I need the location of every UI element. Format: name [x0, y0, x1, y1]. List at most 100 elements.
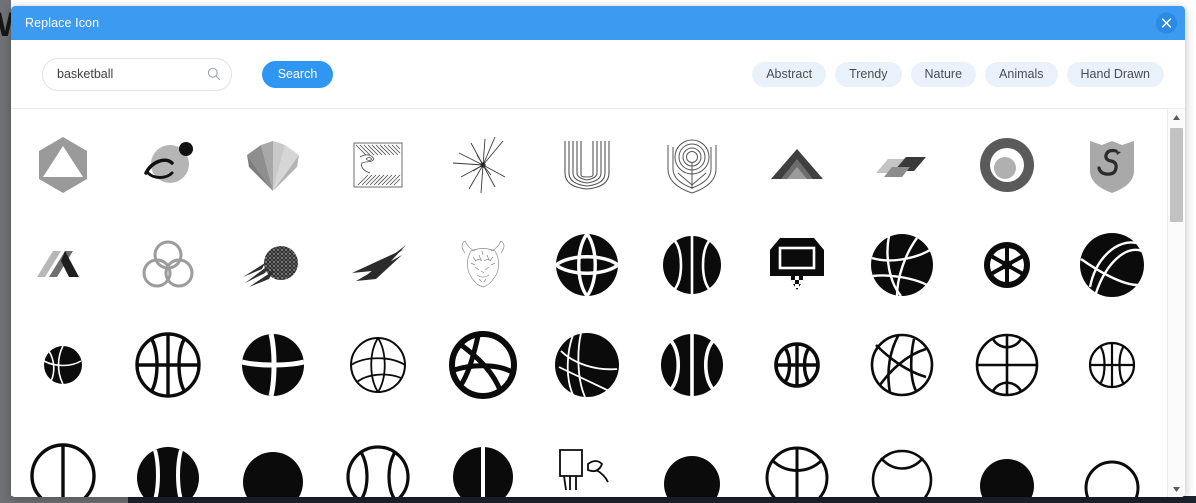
tag-trendy[interactable]: Trendy — [835, 61, 902, 87]
basketball-clipped-8-icon[interactable] — [745, 415, 850, 497]
basketball-clipped-10-icon[interactable] — [954, 415, 1059, 497]
scrollbar-thumb[interactable] — [1170, 128, 1183, 222]
speeding-textured-ball-icon[interactable] — [221, 215, 326, 315]
triple-circles-icon[interactable] — [116, 215, 221, 315]
icon-grid — [11, 109, 1164, 497]
basketball-filled-cross-icon — [241, 333, 305, 397]
basketball-filled-cross-icon[interactable] — [221, 315, 326, 415]
icon-results-area — [11, 108, 1185, 497]
basketball-small-solid-icon[interactable] — [11, 315, 116, 415]
basketball-solid-seams-icon — [555, 232, 620, 298]
sketch-square-icon[interactable] — [325, 115, 430, 215]
basketball-clipped-9-icon[interactable] — [850, 415, 955, 497]
results-scrollbar[interactable] — [1167, 109, 1185, 497]
search-group: Search — [42, 57, 333, 91]
basketball-solid-oval-icon[interactable] — [1059, 215, 1164, 315]
comet-streak-icon — [351, 245, 406, 281]
basketball-dribbble-icon[interactable] — [430, 315, 535, 415]
basketball-hoop-icon[interactable] — [745, 215, 850, 315]
basketball-outline-cross-icon[interactable] — [116, 315, 221, 415]
dialog-title: Replace Icon — [25, 16, 100, 30]
nested-arches-icon — [564, 141, 611, 190]
search-button[interactable]: Search — [262, 60, 333, 88]
basketball-outline-arcs-icon — [975, 333, 1039, 397]
basketball-solid-cross-icon[interactable] — [640, 215, 745, 315]
search-input[interactable] — [43, 58, 231, 90]
planet-orbit-icon[interactable] — [116, 115, 221, 215]
bull-head-sketch-icon[interactable] — [430, 215, 535, 315]
basketball-outline-thin-icon — [349, 337, 406, 393]
basketball-clipped-6-icon — [559, 449, 610, 491]
screen: W Replace Icon — [0, 0, 1196, 503]
chevron-mountain-icon[interactable] — [745, 115, 850, 215]
basketball-dribbble-icon — [448, 331, 517, 399]
hexagon-triangle-icon[interactable] — [11, 115, 116, 215]
basketball-clipped-5-icon — [452, 447, 513, 497]
basketball-small-solid-icon — [44, 345, 83, 385]
concentric-shield-icon[interactable] — [640, 115, 745, 215]
basketball-solid-tilt-icon — [870, 234, 934, 297]
basketball-solid-lines-icon[interactable] — [535, 315, 640, 415]
basketball-solid-cross-icon — [663, 236, 722, 294]
basketball-clipped-2-icon[interactable] — [116, 415, 221, 497]
tag-abstract[interactable]: Abstract — [752, 61, 827, 87]
basketball-clipped-3-icon — [243, 452, 304, 497]
ring-dot-icon — [979, 138, 1034, 192]
basketball-outline-arcs-icon[interactable] — [954, 315, 1059, 415]
basketball-clipped-11-icon — [1084, 460, 1140, 497]
basketball-filled-seam-icon[interactable] — [640, 315, 745, 415]
shield-serpent-icon[interactable] — [1059, 115, 1164, 215]
tag-animals[interactable]: Animals — [985, 61, 1058, 87]
parallelogram-stack-icon[interactable] — [850, 115, 955, 215]
planet-orbit-icon — [144, 142, 194, 183]
basketball-clipped-1-icon[interactable] — [11, 415, 116, 497]
basketball-clipped-11-icon[interactable] — [1059, 415, 1164, 497]
basketball-outline-curved-icon[interactable] — [850, 315, 955, 415]
comet-streak-icon[interactable] — [325, 215, 430, 315]
fan-arrow-down-icon — [247, 141, 300, 191]
tag-hand-drawn[interactable]: Hand Drawn — [1066, 61, 1164, 87]
basketball-clipped-10-icon — [979, 459, 1034, 497]
close-button[interactable] — [1156, 12, 1177, 34]
basketball-clipped-7-icon — [664, 456, 721, 497]
shield-serpent-icon — [1089, 141, 1134, 193]
basketball-clipped-6-icon[interactable] — [535, 415, 640, 497]
dialog-titlebar: Replace Icon — [11, 6, 1185, 40]
tag-nature[interactable]: Nature — [910, 61, 977, 87]
basketball-spoke-small-icon[interactable] — [954, 215, 1059, 315]
basketball-outline-thin-icon[interactable] — [325, 315, 430, 415]
basketball-clipped-7-icon[interactable] — [640, 415, 745, 497]
parallelogram-stack-icon — [875, 157, 926, 177]
basketball-spoke-small-icon — [983, 242, 1030, 288]
basketball-outline-cross-icon — [135, 332, 201, 398]
nested-arches-icon[interactable] — [535, 115, 640, 215]
basketball-solid-tilt-icon[interactable] — [850, 215, 955, 315]
scroll-up-button[interactable] — [1168, 109, 1185, 126]
basketball-clipped-5-icon[interactable] — [430, 415, 535, 497]
fan-arrow-down-icon[interactable] — [221, 115, 326, 215]
basketball-clipped-3-icon[interactable] — [221, 415, 326, 497]
background-left-strip — [0, 0, 11, 503]
letter-m-logo-icon[interactable] — [11, 215, 116, 315]
dialog-toolbar: Search Abstract Trendy Nature Animals Ha… — [11, 40, 1185, 108]
basketball-small-outline-icon[interactable] — [745, 315, 850, 415]
basketball-outline-mini-icon — [1088, 341, 1135, 389]
ring-dot-icon[interactable] — [954, 115, 1059, 215]
basketball-outline-mini-icon[interactable] — [1059, 315, 1164, 415]
starburst-lines-icon[interactable] — [430, 115, 535, 215]
search-box[interactable] — [42, 57, 232, 91]
basketball-clipped-4-icon — [346, 445, 410, 497]
letter-m-logo-icon — [37, 251, 80, 277]
replace-icon-dialog: Replace Icon Search Abstra — [11, 6, 1185, 497]
basketball-hoop-icon — [770, 238, 825, 290]
scroll-up-arrow-icon — [1173, 115, 1180, 120]
close-icon — [1161, 18, 1172, 28]
speeding-textured-ball-icon — [243, 246, 299, 287]
category-tag-list: Abstract Trendy Nature Animals Hand Draw… — [752, 61, 1164, 87]
scroll-down-button[interactable] — [1168, 481, 1185, 497]
background-bottom-dark-bar — [128, 496, 1196, 503]
basketball-small-outline-icon — [774, 342, 820, 388]
basketball-solid-seams-icon[interactable] — [535, 215, 640, 315]
concentric-shield-icon — [667, 139, 717, 194]
basketball-clipped-4-icon[interactable] — [325, 415, 430, 497]
